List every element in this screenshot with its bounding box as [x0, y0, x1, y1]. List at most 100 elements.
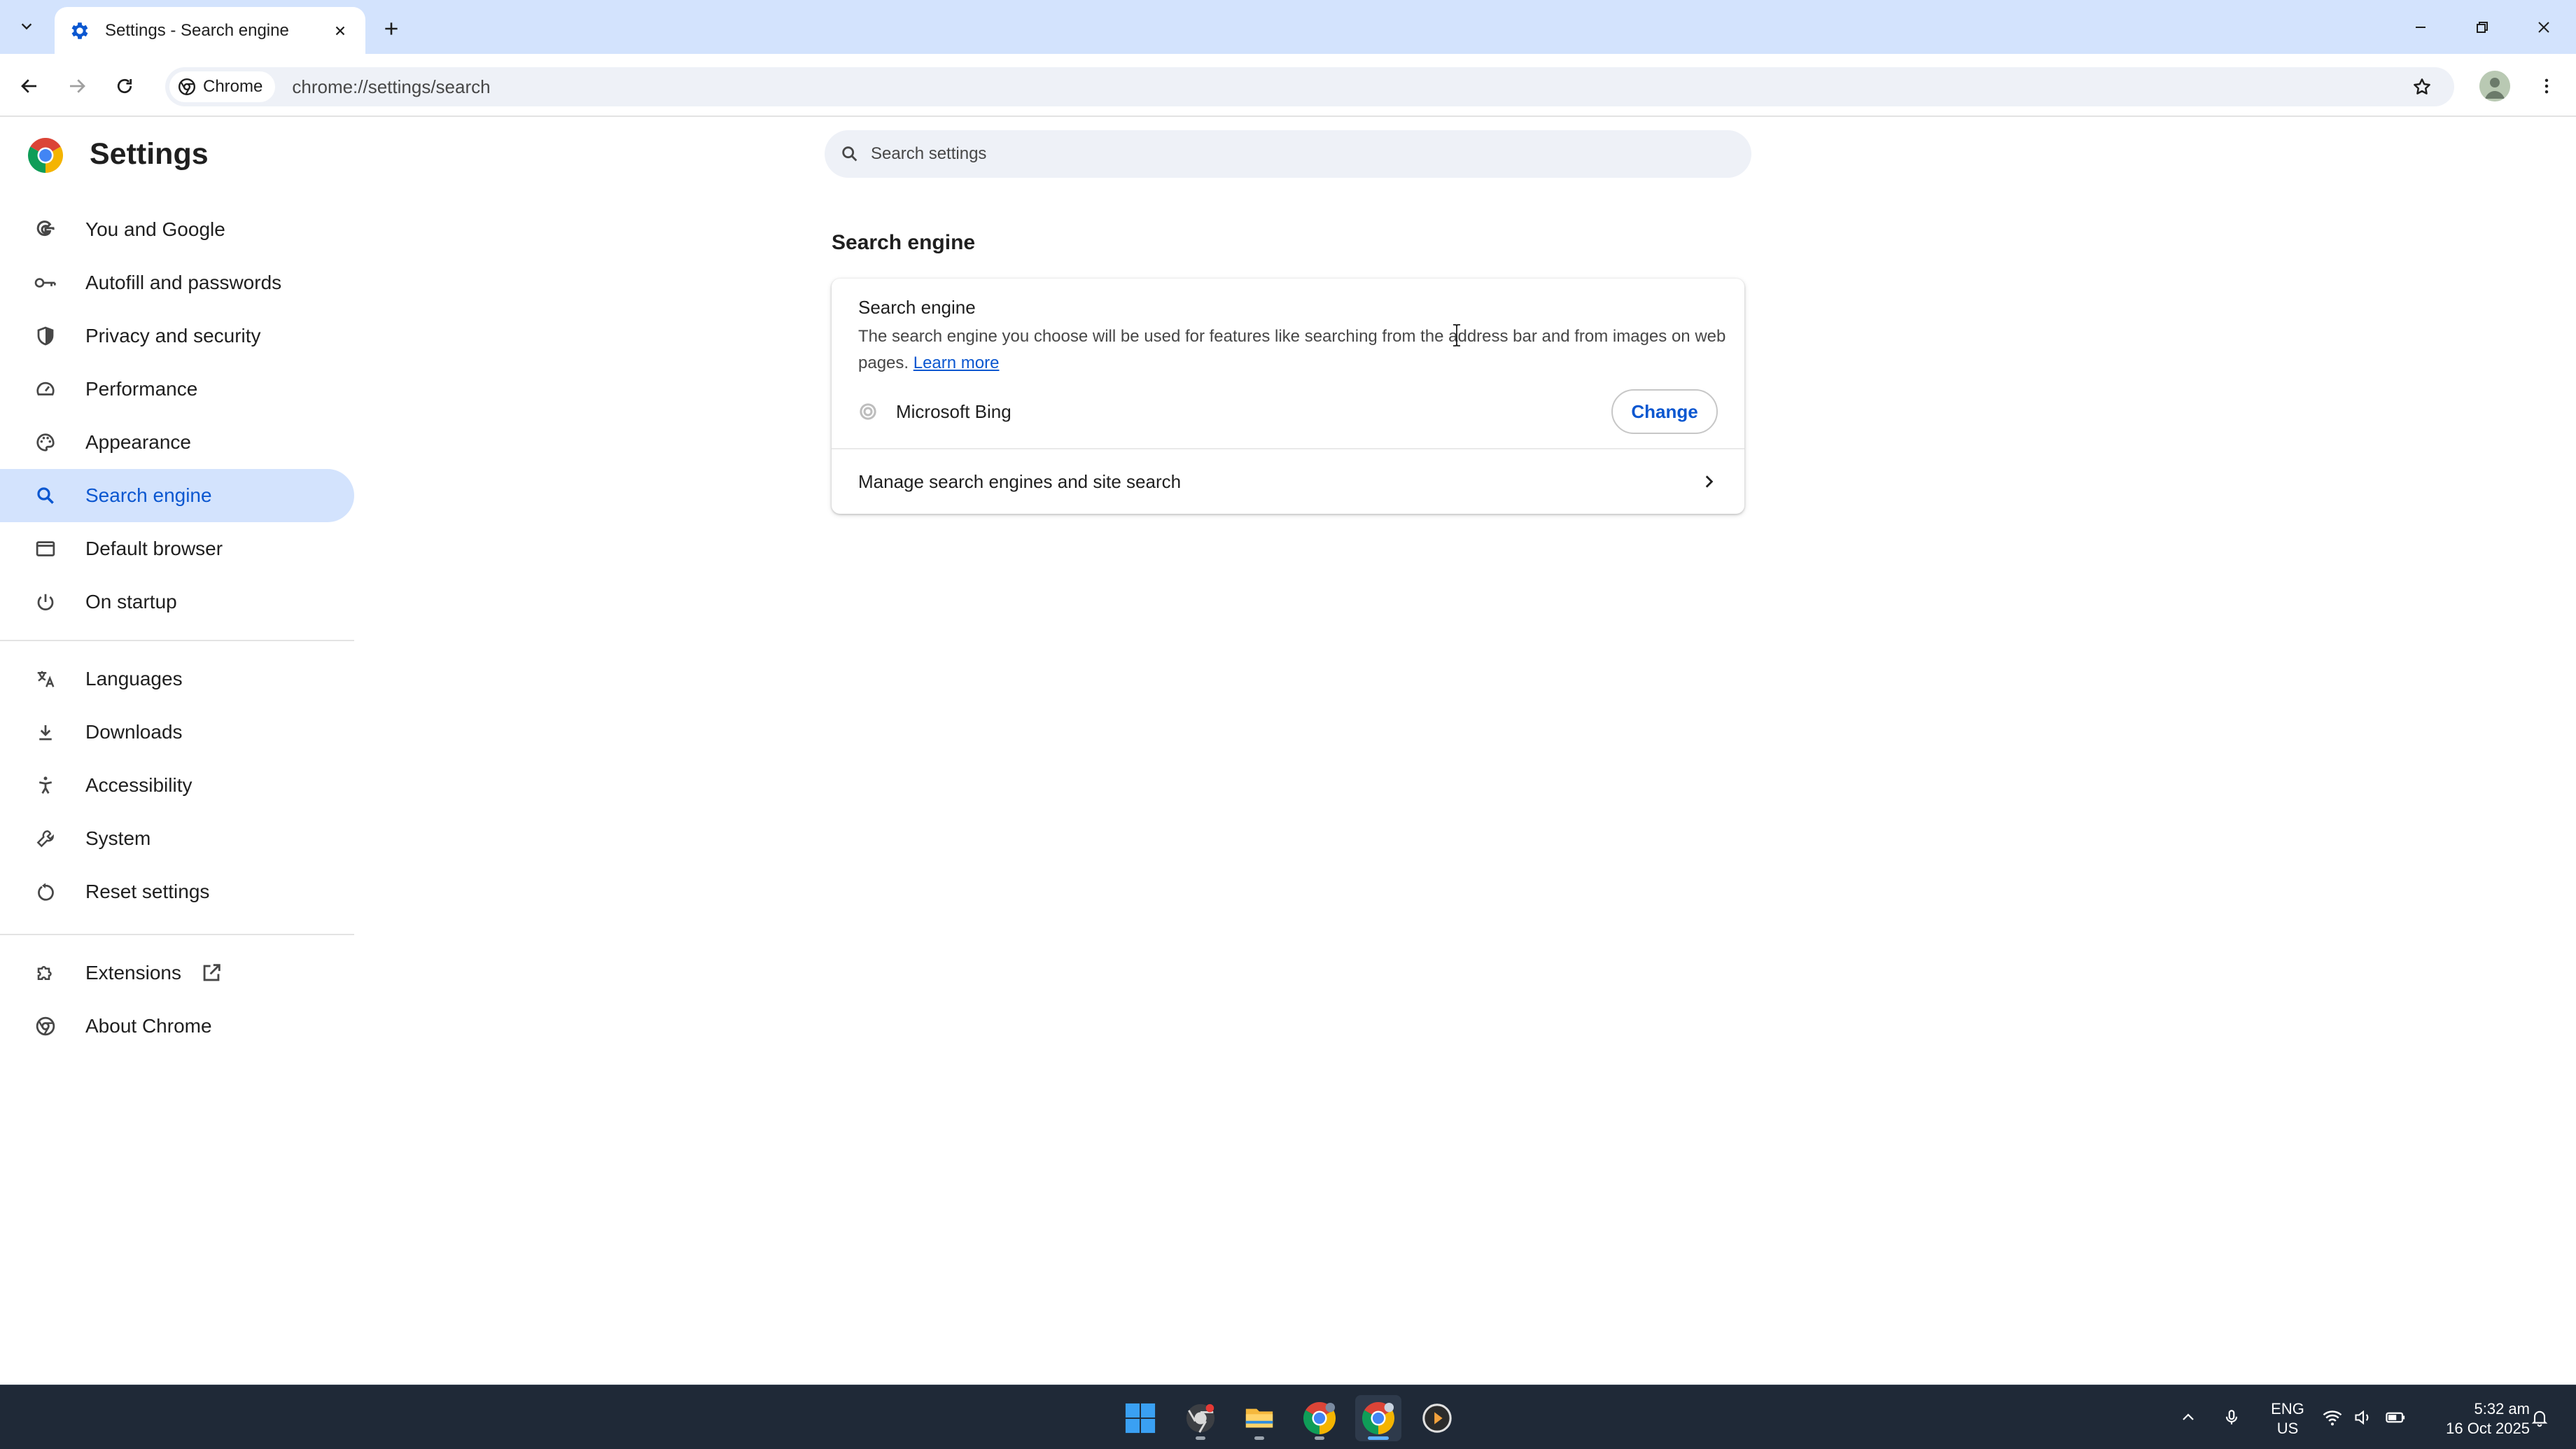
- windows-taskbar: ENG US 5:32 am 16 Oct 2025: [0, 1385, 2576, 1449]
- chevron-down-icon: [19, 19, 34, 34]
- start-button[interactable]: [1117, 1395, 1163, 1441]
- notifications-button[interactable]: [2527, 1405, 2552, 1430]
- sidebar-item-you-and-google[interactable]: You and Google: [0, 203, 354, 256]
- taskbar-app-media-player[interactable]: [1414, 1395, 1460, 1441]
- chrome-icon: [1303, 1402, 1336, 1434]
- sidebar-item-performance[interactable]: Performance: [0, 363, 354, 416]
- microphone-button[interactable]: [2219, 1405, 2244, 1430]
- text-cursor-icon: [1452, 323, 1462, 347]
- running-indicator: [1315, 1436, 1324, 1440]
- url-text: chrome://settings/search: [292, 76, 491, 97]
- settings-gear-icon: [69, 20, 91, 42]
- shield-icon: [34, 324, 57, 348]
- sidebar-item-label: Accessibility: [85, 774, 192, 796]
- plus-icon: [382, 20, 400, 38]
- sidebar-item-search-engine[interactable]: Search engine: [0, 469, 354, 522]
- site-chip-label: Chrome: [203, 77, 263, 96]
- restore-icon: [2474, 19, 2491, 36]
- browser-toolbar: Chrome chrome://settings/search: [0, 54, 2576, 117]
- search-icon: [34, 484, 57, 507]
- tab-search-button[interactable]: [8, 8, 45, 45]
- key-icon: [34, 271, 57, 295]
- running-indicator: [1368, 1436, 1389, 1440]
- sidebar-divider: [0, 934, 354, 935]
- sidebar-item-default-browser[interactable]: Default browser: [0, 522, 354, 575]
- close-icon: [2535, 19, 2552, 36]
- sidebar-item-system[interactable]: System: [0, 812, 354, 865]
- card-description: The search engine you choose will be use…: [858, 323, 1726, 377]
- running-indicator: [1254, 1436, 1264, 1440]
- minimize-button[interactable]: [2390, 0, 2451, 54]
- browser-window-icon: [34, 537, 57, 561]
- sidebar-item-accessibility[interactable]: Accessibility: [0, 759, 354, 812]
- sidebar-item-appearance[interactable]: Appearance: [0, 416, 354, 469]
- sidebar-item-label: Languages: [85, 668, 183, 690]
- chrome-menu-button[interactable]: [2530, 69, 2563, 103]
- accessibility-icon: [34, 774, 57, 797]
- windows-logo-icon: [1124, 1402, 1156, 1434]
- sidebar-item-label: Autofill and passwords: [85, 272, 282, 293]
- restore-button[interactable]: [2451, 0, 2513, 54]
- search-settings-input[interactable]: Search settings: [825, 130, 1751, 178]
- tab-strip: Settings - Search engine: [0, 0, 2576, 54]
- running-indicator: [1196, 1436, 1205, 1440]
- sidebar-item-extensions[interactable]: Extensions: [0, 946, 354, 1000]
- language-code: ENG: [2271, 1400, 2304, 1418]
- chrome-icon: [1362, 1402, 1394, 1434]
- arrow-left-icon: [19, 76, 40, 97]
- sidebar-item-about-chrome[interactable]: About Chrome: [0, 1000, 354, 1053]
- learn-more-link[interactable]: Learn more: [913, 354, 1000, 372]
- network-button[interactable]: [2320, 1405, 2345, 1430]
- microphone-icon: [2222, 1408, 2241, 1427]
- card-heading: Search engine: [858, 297, 976, 318]
- sidebar-item-on-startup[interactable]: On startup: [0, 575, 354, 629]
- bookmark-button[interactable]: [2407, 71, 2437, 102]
- google-icon: [34, 218, 57, 241]
- close-window-button[interactable]: [2513, 0, 2575, 54]
- folder-icon: [1243, 1402, 1275, 1434]
- arrow-right-icon: [66, 76, 88, 97]
- more-vert-icon: [2537, 76, 2556, 96]
- sidebar-item-label: System: [85, 827, 151, 849]
- back-button[interactable]: [10, 66, 49, 106]
- taskbar-app-chrome-dev[interactable]: [1177, 1395, 1224, 1441]
- battery-button[interactable]: [2383, 1405, 2408, 1430]
- sidebar-divider: [0, 640, 354, 641]
- new-tab-button[interactable]: [374, 11, 409, 46]
- language-indicator[interactable]: ENG US: [2267, 1399, 2309, 1438]
- sidebar-item-autofill[interactable]: Autofill and passwords: [0, 256, 354, 309]
- sidebar-item-label: Privacy and security: [85, 325, 261, 346]
- site-info-chip[interactable]: Chrome: [169, 71, 276, 102]
- chrome-icon: [34, 1014, 57, 1038]
- change-search-engine-button[interactable]: Change: [1611, 389, 1718, 434]
- sidebar-item-downloads[interactable]: Downloads: [0, 706, 354, 759]
- palette-icon: [34, 430, 57, 454]
- tab-title: Settings - Search engine: [105, 20, 289, 40]
- active-tab[interactable]: Settings - Search engine: [55, 7, 365, 54]
- volume-button[interactable]: [2351, 1405, 2376, 1430]
- close-tab-icon[interactable]: [326, 17, 354, 45]
- reload-button[interactable]: [105, 66, 144, 106]
- profile-avatar[interactable]: [2479, 71, 2510, 102]
- taskbar-app-file-explorer[interactable]: [1236, 1395, 1282, 1441]
- reload-icon: [114, 76, 135, 97]
- sidebar-item-label: Search engine: [85, 484, 212, 506]
- sidebar-item-label: Performance: [85, 378, 198, 400]
- taskbar-app-chrome[interactable]: [1296, 1395, 1343, 1441]
- forward-button[interactable]: [57, 66, 97, 106]
- sidebar-item-privacy[interactable]: Privacy and security: [0, 309, 354, 363]
- address-bar[interactable]: Chrome chrome://settings/search: [165, 67, 2454, 106]
- manage-search-engines-label: Manage search engines and site search: [858, 470, 1182, 492]
- sidebar-item-reset-settings[interactable]: Reset settings: [0, 865, 354, 918]
- taskbar-app-chrome-active[interactable]: [1355, 1395, 1401, 1441]
- manage-search-engines-row[interactable]: Manage search engines and site search: [832, 449, 1744, 514]
- speedometer-icon: [34, 377, 57, 401]
- sidebar-item-languages[interactable]: Languages: [0, 652, 354, 706]
- chrome-logo-icon: [28, 138, 63, 173]
- show-hidden-icons-button[interactable]: [2176, 1405, 2201, 1430]
- sidebar-item-label: Appearance: [85, 431, 192, 453]
- system-clock[interactable]: 5:32 am 16 Oct 2025: [2425, 1399, 2530, 1438]
- region-code: US: [2276, 1420, 2299, 1437]
- translate-icon: [34, 667, 57, 691]
- sidebar-item-label: Downloads: [85, 721, 183, 743]
